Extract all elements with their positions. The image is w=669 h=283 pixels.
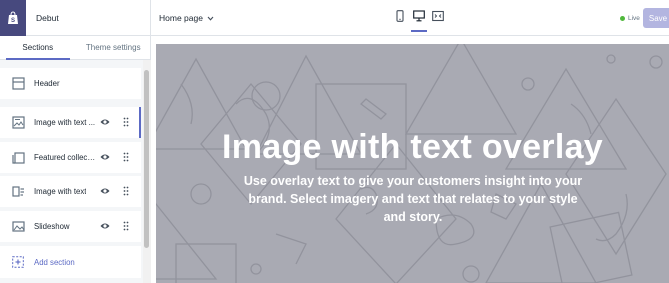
shopify-logo[interactable]: S: [0, 0, 26, 36]
mobile-view-button[interactable]: [394, 10, 406, 26]
chevron-down-icon: [207, 16, 214, 21]
editor-sidebar: S Debut Sections Theme settings Header I…: [0, 0, 151, 283]
sidebar-tabs: Sections Theme settings: [0, 36, 151, 60]
slideshow-icon: [12, 221, 25, 232]
section-item-label: Slideshow: [34, 222, 70, 231]
tab-theme-settings[interactable]: Theme settings: [76, 36, 152, 59]
live-status: Live: [620, 15, 640, 22]
live-dot-icon: [620, 16, 625, 21]
desktop-icon: [413, 10, 425, 22]
page-selector-label: Home page: [159, 13, 203, 23]
drag-handle-icon[interactable]: [123, 152, 129, 162]
eye-icon[interactable]: [100, 153, 110, 161]
shopify-bag-icon: S: [8, 11, 18, 24]
section-item-slideshow[interactable]: Slideshow: [0, 211, 141, 242]
section-item-label: Image with text: [34, 187, 87, 196]
section-item-label: Featured collecti...: [34, 153, 96, 162]
eye-icon[interactable]: [100, 222, 110, 230]
theme-preview: Image with text overlay Use overlay text…: [156, 44, 669, 283]
save-button[interactable]: Save: [643, 8, 669, 28]
image-with-text-overlay-icon: [12, 116, 25, 129]
add-section-icon: [12, 256, 24, 268]
fullscreen-icon: [432, 10, 444, 22]
svg-text:S: S: [11, 18, 15, 24]
add-section-button[interactable]: Add section: [0, 246, 141, 278]
store-name: Debut: [36, 13, 59, 23]
desktop-view-button[interactable]: [411, 10, 427, 32]
drag-handle-icon[interactable]: [123, 221, 129, 231]
page-selector[interactable]: Home page: [159, 13, 214, 23]
hero-heading: Image with text overlay: [221, 128, 604, 166]
section-item-label: Header: [34, 79, 60, 88]
section-item-header[interactable]: Header: [0, 68, 141, 99]
section-item-image-with-text-overlay[interactable]: Image with text ...: [0, 107, 141, 138]
live-status-label: Live: [628, 15, 640, 22]
section-item-featured-collection[interactable]: Featured collecti...: [0, 142, 141, 173]
fullscreen-view-button[interactable]: [432, 10, 444, 26]
section-item-image-with-text[interactable]: Image with text: [0, 176, 141, 207]
section-item-label: Image with text ...: [34, 118, 96, 127]
eye-icon[interactable]: [100, 187, 110, 195]
image-with-text-icon: [12, 186, 24, 197]
store-header: S Debut: [0, 0, 151, 36]
hero-text: Use overlay text to give your customers …: [243, 174, 583, 224]
drag-handle-icon[interactable]: [123, 186, 129, 196]
collection-icon: [12, 152, 25, 164]
add-section-label: Add section: [34, 258, 75, 267]
header-icon: [12, 77, 25, 90]
sidebar-scrollbar[interactable]: [143, 60, 151, 283]
scrollbar-thumb[interactable]: [144, 70, 149, 248]
eye-icon[interactable]: [100, 118, 110, 126]
tab-sections[interactable]: Sections: [0, 36, 76, 60]
device-toggle: [394, 10, 444, 32]
drag-handle-icon[interactable]: [123, 117, 129, 127]
mobile-icon: [396, 10, 404, 22]
editor-topbar: Home page Live Save: [151, 0, 669, 36]
